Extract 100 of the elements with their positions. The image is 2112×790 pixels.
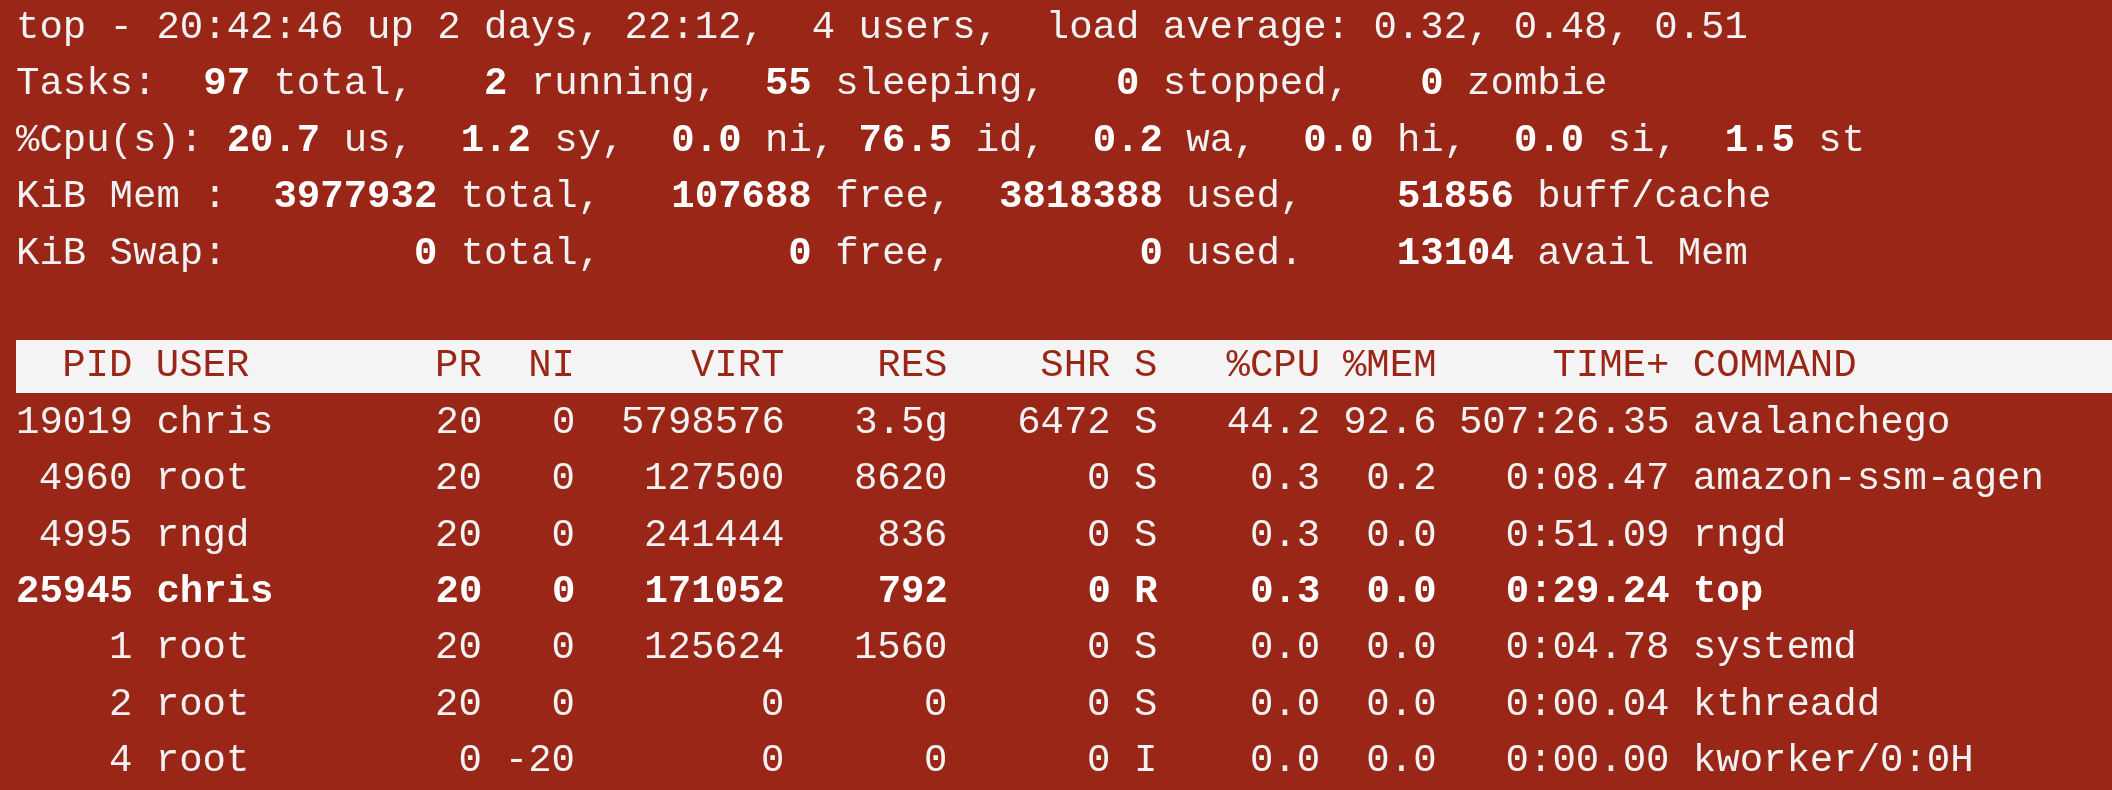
table-cell-text: kworker/0:0H [1691, 738, 1975, 786]
table-cell-text: 0 [550, 681, 575, 729]
table-cell-text: 0 [1086, 625, 1111, 673]
table-cell-text: 0.0 [1365, 738, 1437, 786]
table-cell-text: root [154, 738, 251, 786]
table-cell-text: systemd [1691, 625, 1858, 673]
table-cell-text: 241444 [643, 512, 785, 560]
table-cell-text: 19019 [16, 399, 133, 447]
table-cell-text: 125624 [643, 625, 785, 673]
table-cell-text: 0:08.47 [1504, 456, 1670, 504]
column-header: S [1132, 343, 1159, 391]
table-cell-text: 2 [108, 681, 133, 729]
table-cell-text: 0.0 [1248, 625, 1321, 673]
table-cell-text: 127500 [643, 456, 785, 504]
table-cell-text: 0 [1086, 569, 1111, 617]
table-cell-text: 25945 [16, 569, 133, 617]
table-cell-text: 0.0 [1365, 569, 1437, 617]
table-cell-text: root [154, 456, 251, 504]
table-cell-text: 0 [550, 512, 575, 560]
table-cell-text: 0 [1086, 681, 1111, 729]
table-cell-text: 0 [760, 738, 785, 786]
table-cell-text: 0 [760, 681, 785, 729]
table-cell-text: 20 [434, 512, 482, 560]
table-cell-text: 0.0 [1248, 681, 1321, 729]
table-cell-text: S [1132, 625, 1159, 673]
table-cell-text: 0:00.04 [1504, 681, 1670, 729]
table-cell-text: 8620 [852, 456, 948, 504]
table-cell-text: 0:04.78 [1504, 625, 1670, 673]
table-cell-text: 4995 [37, 512, 133, 560]
column-header: USER [154, 343, 251, 391]
table-cell-text: amazon-ssm-agen [1691, 456, 2045, 504]
table-cell-text: 92.6 [1342, 399, 1437, 447]
table-cell-text: 836 [876, 512, 948, 560]
table-cell-text: chris [155, 399, 275, 447]
column-header: SHR [1039, 343, 1111, 391]
summary-line: KiB Mem : 3977932 total, 107688 free, 3818388 used, 51856 buff/cache [16, 174, 1772, 222]
table-cell-text: root [154, 681, 251, 729]
table-cell-text: -20 [503, 738, 575, 786]
column-header: RES [876, 343, 948, 391]
table-cell-text: I [1132, 738, 1159, 786]
table-cell-text: 20 [434, 569, 483, 617]
table-cell-text: 0 [550, 625, 575, 673]
table-cell-text: rngd [154, 512, 251, 560]
table-cell-text: 5798576 [620, 399, 785, 447]
column-header: COMMAND [1691, 343, 1858, 391]
table-cell-text: 4 [108, 738, 133, 786]
table-cell-text: 0.0 [1365, 681, 1437, 729]
column-header: NI [527, 343, 575, 391]
table-cell-text: S [1133, 399, 1159, 447]
table-cell-text: 0 [1086, 738, 1111, 786]
table-cell-text: S [1132, 512, 1159, 560]
column-header: %MEM [1341, 343, 1437, 391]
table-cell-text: avalanchego [1691, 399, 1952, 447]
table-cell-text: 0.3 [1248, 456, 1321, 504]
table-cell-text: 171052 [643, 569, 785, 617]
column-header: PID [61, 343, 133, 391]
table-cell-text: chris [155, 569, 275, 617]
column-header: TIME+ [1551, 343, 1670, 391]
table-cell-text: 0.3 [1249, 569, 1321, 617]
table-cell-text: 0.2 [1365, 456, 1437, 504]
table-cell-text: 0.0 [1365, 512, 1437, 560]
table-cell-text: root [154, 625, 251, 673]
table-cell-text: 20 [434, 456, 482, 504]
column-header: VIRT [689, 343, 785, 391]
table-cell-text: 0:29.24 [1504, 569, 1670, 617]
table-cell-text: 20 [434, 681, 482, 729]
table-cell-text: 0 [550, 456, 575, 504]
table-cell-text: 0.3 [1248, 512, 1321, 560]
table-cell-text: 0 [1086, 456, 1111, 504]
table-cell-text: 0 [923, 738, 948, 786]
table-cell-text: 507:26.35 [1457, 399, 1670, 447]
column-header: %CPU [1225, 343, 1321, 391]
table-cell-text: 0 [551, 399, 576, 447]
table-cell-text: S [1132, 681, 1159, 729]
table-cell-text: top [1691, 569, 1765, 617]
table-cell-text: 0 [923, 681, 948, 729]
table-cell-text: kthreadd [1691, 681, 1882, 729]
table-cell-text: rngd [1691, 512, 1788, 560]
table-cell-text: 44.2 [1225, 399, 1321, 447]
table-cell-text: 0.0 [1248, 738, 1321, 786]
table-cell-text: 1 [108, 625, 133, 673]
table-cell-text: 20 [434, 399, 483, 447]
table-cell-text: 4960 [37, 456, 133, 504]
table-cell-text: 792 [876, 569, 948, 617]
summary-line: top - 20:42:46 up 2 days, 22:12, 4 users, load average: 0.32, 0.48, 0.51 [16, 5, 1748, 52]
table-cell-text: 0.0 [1365, 625, 1437, 673]
table-cell-text: 0:00.00 [1504, 738, 1670, 786]
table-cell-text: 3.5g [853, 399, 948, 447]
table-cell-text: 20 [434, 625, 482, 673]
table-cell-text: 6472 [1016, 399, 1111, 447]
table-cell-text: 0 [1086, 512, 1111, 560]
summary-line: KiB Swap: 0 total, 0 free, 0 used. 13104 avail Mem [16, 230, 1748, 278]
table-cell-text: R [1133, 569, 1159, 617]
table-cell-text: S [1132, 456, 1159, 504]
table-cell-text: 0:51.09 [1504, 512, 1670, 560]
column-header: PR [434, 343, 482, 391]
summary-line: Tasks: 97 total, 2 running, 55 sleeping, 0 stopped, 0 zombie [16, 61, 1608, 109]
table-cell-text: 1560 [852, 625, 948, 673]
table-cell-text: 0 [457, 738, 482, 786]
summary-line: %Cpu(s): 20.7 us, 1.2 sy, 0.0 ni, 76.5 id, 0.2 wa, 0.0 hi, 0.0 si, 1.5 st [16, 117, 1866, 165]
